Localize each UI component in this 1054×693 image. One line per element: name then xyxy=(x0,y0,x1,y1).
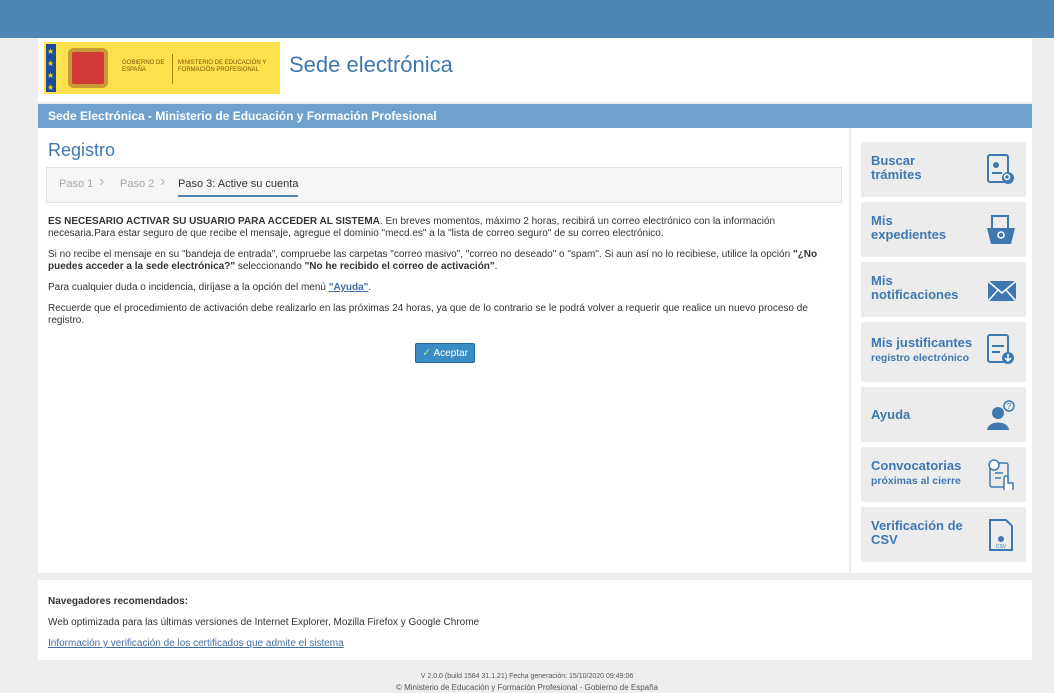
sidebar-item-ayuda[interactable]: Ayuda ? xyxy=(861,387,1026,442)
envelope-icon xyxy=(988,281,1016,301)
paragraph-2: Si no recibe el mensaje en su "bandeja d… xyxy=(48,249,818,272)
paragraph-4: Recuerde que el procedimiento de activac… xyxy=(48,303,808,326)
accept-button[interactable]: ✓ Aceptar xyxy=(415,343,475,363)
step-arrow-icon: › xyxy=(160,173,166,190)
step-arrow-icon: › xyxy=(99,173,105,190)
logo-divider xyxy=(172,54,173,84)
browsers-text: Web optimizada para las últimas versione… xyxy=(48,617,480,628)
government-logo[interactable]: ★ ★ ★ ★ GOBIERNO DE ESPAÑA MINISTERIO DE ED… xyxy=(44,42,280,94)
document-download-icon xyxy=(987,334,1014,364)
copyright-text: © Ministerio de Educación y Formación Pr… xyxy=(395,683,659,692)
paragraph-3: Para cualquier duda o incidencia, diríja… xyxy=(48,282,372,293)
folder-search-icon xyxy=(987,215,1015,244)
logo-gobierno-text: GOBIERNO DE ESPAÑA xyxy=(122,60,165,73)
site-title[interactable]: Sede electrónica xyxy=(289,52,453,78)
accept-label: Aceptar xyxy=(433,348,468,359)
certificates-link[interactable]: Información y verificación de los certif… xyxy=(48,638,344,649)
coat-of-arms-icon xyxy=(68,48,108,88)
top-bar xyxy=(0,0,1054,38)
eu-flag-icon: ★ ★ ★ ★ xyxy=(46,44,56,92)
sidebar-item-buscar-tramites[interactable]: Buscar trámites xyxy=(861,142,1026,197)
step-2: Paso 2 xyxy=(120,178,155,190)
sidebar: Buscar trámites Mis expedientes Mis notific… xyxy=(851,128,1032,573)
step-3-active: Paso 3: Active su cuenta xyxy=(178,178,299,197)
csv-check-icon: CSV xyxy=(989,519,1013,551)
sidebar-item-verificacion-csv[interactable]: Verificación de CSV CSV xyxy=(861,507,1026,562)
document-search-icon xyxy=(987,154,1014,184)
svg-text:CSV: CSV xyxy=(996,544,1007,550)
sidebar-item-mis-justificantes[interactable]: Mis justificantes registro electrónico xyxy=(861,322,1026,382)
sidebar-item-mis-expedientes[interactable]: Mis expedientes xyxy=(861,202,1026,257)
help-user-icon: ? xyxy=(987,400,1015,430)
step-breadcrumb: Paso 1 › Paso 2 › Paso 3: Active su cuen… xyxy=(46,167,842,203)
version-text: V 2.0.0 (build 1584 31.1.21) Fecha gener… xyxy=(420,673,634,680)
logo-ministerio-text: MINISTERIO DE EDUCACIÓN Y FORMACIÓN PROF… xyxy=(178,60,267,73)
check-icon: ✓ xyxy=(422,347,432,359)
footer: Navegadores recomendados: Web optimizada… xyxy=(38,580,1032,660)
bottom-bar: V 2.0.0 (build 1584 31.1.21) Fecha gener… xyxy=(0,670,1054,693)
page-title: Registro xyxy=(48,140,116,160)
help-link[interactable]: "Ayuda" xyxy=(329,282,369,293)
sidebar-item-mis-notificaciones[interactable]: Mis notificaciones xyxy=(861,262,1026,317)
svg-text:?: ? xyxy=(1007,402,1012,411)
calendar-touch-icon xyxy=(988,459,1014,490)
main-content: Registro Paso 1 › Paso 2 › Paso 3: Activ… xyxy=(38,128,849,573)
activation-text: ES NECESARIO ACTIVAR SU USUARIO PARA ACC… xyxy=(48,216,843,336)
sidebar-item-convocatorias[interactable]: Convocatorias próximas al cierre xyxy=(861,447,1026,502)
browsers-title: Navegadores recomendados: xyxy=(48,596,189,607)
paragraph-1: ES NECESARIO ACTIVAR SU USUARIO PARA ACC… xyxy=(48,216,776,239)
section-bar: Sede Electrónica - Ministerio de Educaci… xyxy=(38,104,1032,128)
step-1: Paso 1 xyxy=(59,178,94,190)
header: ★ ★ ★ ★ GOBIERNO DE ESPAÑA MINISTERIO DE ED… xyxy=(38,38,1032,102)
